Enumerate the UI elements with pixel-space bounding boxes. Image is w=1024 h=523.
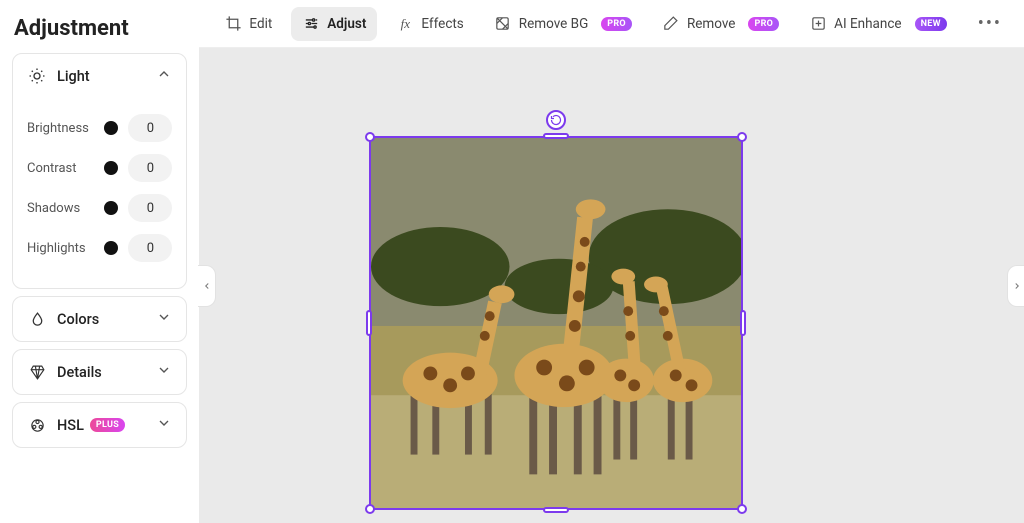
top-toolbar: Edit Adjust fx Effects Remove BG PRO Rem… [199, 0, 1024, 48]
toolbar-adjust[interactable]: Adjust [291, 7, 377, 41]
panel-light: Light Brightness 0 Contrast 0 Shadows 0 [12, 53, 187, 289]
toolbar-edit-label: Edit [249, 16, 272, 32]
slider-shadows-label: Shadows [27, 201, 105, 216]
diamond-icon [27, 362, 47, 382]
toolbar-edit[interactable]: Edit [213, 7, 283, 41]
color-wheel-icon [27, 415, 47, 435]
pro-badge: PRO [601, 17, 632, 31]
fx-icon: fx [396, 15, 414, 33]
slider-highlights-value[interactable]: 0 [128, 234, 172, 262]
panel-light-label: Light [57, 68, 90, 85]
new-badge: NEW [915, 17, 947, 31]
slider-contrast-value[interactable]: 0 [128, 154, 172, 182]
canvas-image[interactable] [371, 138, 741, 508]
adjustment-sidebar: Adjustment Light Brightness 0 Contrast [0, 0, 199, 523]
resize-handle-br[interactable] [737, 504, 747, 514]
slider-thumb[interactable] [104, 241, 118, 255]
slider-shadows: Shadows 0 [27, 194, 172, 222]
panel-hsl: HSL PLUS [12, 402, 187, 448]
slider-brightness-label: Brightness [27, 121, 105, 136]
panel-colors-label: Colors [57, 311, 99, 328]
toolbar-removebg-label: Remove BG [519, 16, 588, 32]
panel-colors-header[interactable]: Colors [13, 297, 186, 341]
slider-thumb[interactable] [104, 121, 118, 135]
slider-highlights-label: Highlights [27, 241, 105, 256]
resize-handle-right[interactable] [740, 310, 746, 336]
panel-hsl-header[interactable]: HSL PLUS [13, 403, 186, 447]
plus-badge: PLUS [90, 418, 125, 432]
slider-shadows-value[interactable]: 0 [128, 194, 172, 222]
slider-thumb[interactable] [104, 201, 118, 215]
expand-right-panel-button[interactable] [1007, 265, 1024, 307]
chevron-up-icon [156, 66, 172, 86]
toolbar-adjust-label: Adjust [327, 16, 366, 32]
droplet-icon [27, 309, 47, 329]
eraser-icon [662, 15, 680, 33]
panel-details-header[interactable]: Details [13, 350, 186, 394]
resize-handle-left[interactable] [366, 310, 372, 336]
slider-contrast-track[interactable] [105, 158, 116, 178]
toolbar-more[interactable]: ••• [970, 9, 1010, 38]
chevron-down-icon [156, 309, 172, 329]
slider-highlights-track[interactable] [105, 238, 116, 258]
toolbar-remove-label: Remove [687, 16, 736, 32]
collapse-sidebar-button[interactable] [198, 265, 216, 307]
resize-handle-tr[interactable] [737, 132, 747, 142]
slider-highlights: Highlights 0 [27, 234, 172, 262]
sun-icon [27, 66, 47, 86]
canvas-area[interactable] [199, 48, 1024, 523]
pro-badge: PRO [748, 17, 779, 31]
sparkle-icon [809, 15, 827, 33]
panel-light-body: Brightness 0 Contrast 0 Shadows 0 Highli… [13, 98, 186, 288]
slider-shadows-track[interactable] [105, 198, 116, 218]
toolbar-effects-label: Effects [421, 16, 463, 32]
slider-brightness: Brightness 0 [27, 114, 172, 142]
panel-colors: Colors [12, 296, 187, 342]
slider-contrast: Contrast 0 [27, 154, 172, 182]
chevron-down-icon [156, 362, 172, 382]
slider-contrast-label: Contrast [27, 161, 105, 176]
crop-icon [224, 15, 242, 33]
panel-details: Details [12, 349, 187, 395]
panel-light-header[interactable]: Light [13, 54, 186, 98]
slider-brightness-track[interactable] [105, 118, 116, 138]
toolbar-effects[interactable]: fx Effects [385, 7, 474, 41]
toolbar-aienhance[interactable]: AI Enhance NEW [798, 7, 958, 41]
main-area: Edit Adjust fx Effects Remove BG PRO Rem… [199, 0, 1024, 523]
resize-handle-bottom[interactable] [543, 507, 569, 513]
panel-details-label: Details [57, 364, 102, 381]
sidebar-title: Adjustment [12, 12, 187, 53]
toolbar-remove[interactable]: Remove PRO [651, 7, 790, 41]
resize-handle-top[interactable] [543, 133, 569, 139]
toolbar-aienhance-label: AI Enhance [834, 16, 901, 32]
chevron-down-icon [156, 415, 172, 435]
toolbar-removebg[interactable]: Remove BG PRO [483, 7, 643, 41]
sliders-icon [302, 15, 320, 33]
panel-hsl-label: HSL [57, 417, 84, 434]
slider-brightness-value[interactable]: 0 [128, 114, 172, 142]
removebg-icon [494, 15, 512, 33]
resize-handle-bl[interactable] [365, 504, 375, 514]
image-selection[interactable] [369, 136, 743, 510]
slider-thumb[interactable] [104, 161, 118, 175]
rotate-handle[interactable] [546, 110, 566, 130]
